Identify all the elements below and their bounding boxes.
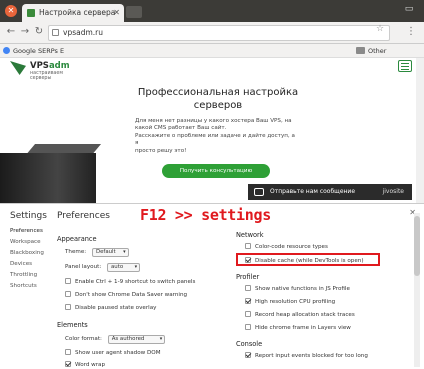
theme-row: Theme: Default xyxy=(65,248,129,257)
settings-title: Settings xyxy=(10,211,47,221)
checkbox[interactable] xyxy=(65,349,71,355)
checkbox-checked[interactable] xyxy=(245,352,251,358)
checkbox[interactable] xyxy=(245,285,251,291)
web-page: VPSadm настраиваем серверы Профессиональ… xyxy=(0,58,424,203)
consultation-button[interactable]: Получить консультацию xyxy=(162,164,270,178)
url-text: vpsadm.ru xyxy=(63,28,103,37)
address-bar[interactable]: vpsadm.ru xyxy=(48,25,390,41)
settings-sidebar: Settings Preferences Workspace Blackboxi… xyxy=(0,204,50,368)
option-data-saver[interactable]: Don't show Chrome Data Saver warning xyxy=(65,291,187,299)
theme-select[interactable]: Default xyxy=(91,248,129,257)
console-heading: Console xyxy=(236,340,263,348)
tab-title: Настройка сервера xyxy=(39,8,116,17)
checkbox[interactable] xyxy=(65,304,71,310)
theme-label: Theme: xyxy=(65,249,87,255)
checkbox[interactable] xyxy=(245,324,251,330)
sidebar-item-throttling[interactable]: Throttling xyxy=(10,272,37,278)
checkbox-checked[interactable] xyxy=(65,361,71,367)
chat-label: Отправьте нам сообщение xyxy=(270,188,356,195)
instruction-overlay: F12 >> settings xyxy=(140,206,271,224)
site-logo-text[interactable]: VPSadm xyxy=(30,61,70,71)
color-format-select[interactable]: As authored xyxy=(107,335,166,344)
option-color-code[interactable]: Color-code resource types xyxy=(245,243,328,251)
bookmark-google-serps[interactable]: Google SERPs Е xyxy=(13,45,64,57)
option-shadow-dom[interactable]: Show user agent shadow DOM xyxy=(65,349,161,357)
window-minimize-icon[interactable]: ▭ xyxy=(402,4,416,16)
panel-layout-label: Panel layout: xyxy=(65,264,102,270)
devtools-scroll-thumb[interactable] xyxy=(414,216,420,276)
option-hide-chrome-frame[interactable]: Hide chrome frame in Layers view xyxy=(245,324,351,332)
browser-menu-icon[interactable]: ⋮ xyxy=(406,26,416,37)
folder-icon xyxy=(356,47,365,54)
checkbox[interactable] xyxy=(65,291,71,297)
panel-layout-row: Panel layout: auto xyxy=(65,263,141,272)
google-icon xyxy=(3,47,10,54)
profiler-heading: Profiler xyxy=(236,273,260,281)
checkbox-checked[interactable] xyxy=(245,298,251,304)
checkbox[interactable] xyxy=(245,311,251,317)
sidebar-item-blackboxing[interactable]: Blackboxing xyxy=(10,250,44,256)
appearance-heading: Appearance xyxy=(57,235,97,243)
site-logo-subtitle: настраиваем серверы xyxy=(30,71,63,81)
option-ctrl-shortcut[interactable]: Enable Ctrl + 1-9 shortcut to switch pan… xyxy=(65,278,195,286)
checkbox[interactable] xyxy=(65,278,71,284)
page-title: Профессиональная настройка серверов xyxy=(137,87,299,111)
devtools-panel: ✕ Settings Preferences Workspace Blackbo… xyxy=(0,203,424,369)
highlight-box xyxy=(236,253,380,266)
option-high-res-cpu[interactable]: High resolution CPU profiling xyxy=(245,298,335,306)
tab-bar: ✕ Настройка сервера ✕ ▭ xyxy=(0,0,424,22)
reload-icon[interactable]: ↻ xyxy=(32,25,46,39)
option-report-input-events[interactable]: Report input events blocked for too long xyxy=(245,352,368,360)
sidebar-item-preferences[interactable]: Preferences xyxy=(10,228,43,234)
color-format-row: Color format: As authored xyxy=(65,335,166,344)
elements-heading: Elements xyxy=(57,321,88,329)
option-native-functions[interactable]: Show native functions in JS Profile xyxy=(245,285,350,293)
page-info-icon[interactable] xyxy=(52,29,59,36)
page-description: Для меня нет разницы у какого хостера Ва… xyxy=(135,118,295,154)
color-format-label: Color format: xyxy=(65,336,102,342)
preferences-title: Preferences xyxy=(57,211,110,221)
tab-active[interactable]: Настройка сервера ✕ xyxy=(22,4,124,22)
bookmark-star-icon[interactable]: ☆ xyxy=(376,24,384,34)
option-word-wrap[interactable]: Word wrap xyxy=(65,361,105,369)
chat-widget[interactable]: Отправьте нам сообщение jivosite xyxy=(248,184,412,200)
option-heap-allocation[interactable]: Record heap allocation stack traces xyxy=(245,311,355,319)
browser-window: ✕ Настройка сервера ✕ ▭ ← → ↻ vpsadm.ru … xyxy=(0,0,424,369)
sidebar-item-devices[interactable]: Devices xyxy=(10,261,32,267)
favicon-icon xyxy=(27,9,35,17)
window-close-icon[interactable]: ✕ xyxy=(5,5,17,17)
bookmarks-bar: Google SERPs Е Other bookmarks xyxy=(0,44,424,67)
tab-close-icon[interactable]: ✕ xyxy=(113,4,120,22)
back-arrow-icon[interactable]: ← xyxy=(4,25,18,39)
checkbox[interactable] xyxy=(245,243,251,249)
option-paused-overlay[interactable]: Disable paused state overlay xyxy=(65,304,156,312)
chat-bubble-icon xyxy=(254,188,264,196)
navigation-bar: ← → ↻ vpsadm.ru ☆ ⋮ xyxy=(0,22,424,44)
forward-arrow-icon[interactable]: → xyxy=(18,25,32,39)
new-tab-button[interactable] xyxy=(126,6,142,18)
panel-layout-select[interactable]: auto xyxy=(107,263,141,272)
server-image xyxy=(0,153,96,203)
network-heading: Network xyxy=(236,231,264,239)
chat-brand: jivosite xyxy=(382,188,404,195)
hamburger-menu-icon[interactable] xyxy=(398,60,412,72)
sidebar-item-workspace[interactable]: Workspace xyxy=(10,239,41,245)
sidebar-item-shortcuts[interactable]: Shortcuts xyxy=(10,283,37,289)
page-scrollbar[interactable] xyxy=(416,58,424,203)
